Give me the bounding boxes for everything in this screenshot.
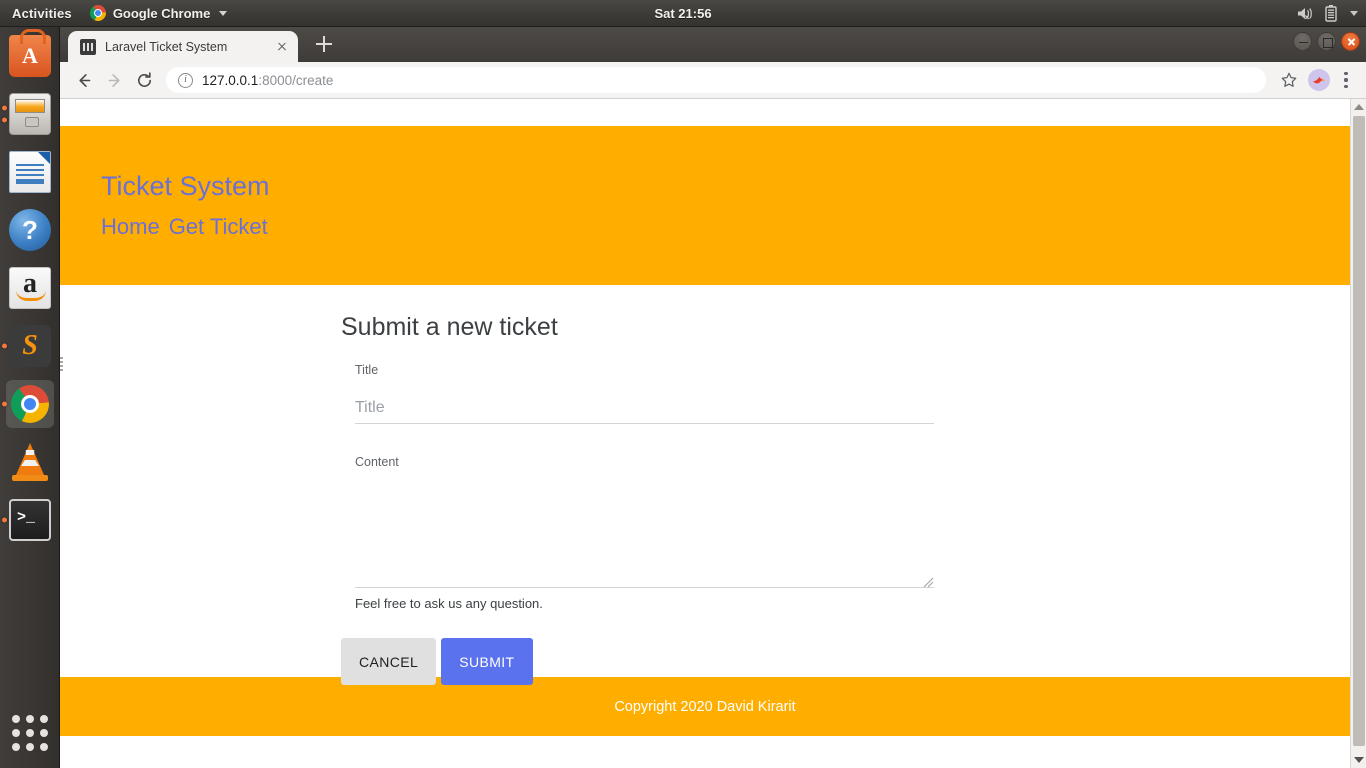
launcher-item-libreoffice-writer[interactable]	[0, 143, 60, 201]
running-indicator	[2, 117, 7, 123]
running-indicator	[2, 517, 7, 523]
launcher-item-google-chrome[interactable]	[0, 375, 60, 433]
content-textarea[interactable]	[355, 491, 934, 587]
launcher-item-amazon[interactable]	[0, 259, 60, 317]
title-field-group: Title	[355, 363, 934, 424]
url-host: 127.0.0.1	[202, 72, 259, 88]
launcher-item-terminal[interactable]	[0, 491, 60, 549]
page-viewport: Ticket System Home Get Ticket Submit a n…	[60, 99, 1366, 768]
terminal-icon	[9, 499, 51, 541]
chrome-icon	[89, 5, 106, 21]
scroll-down-icon[interactable]	[1351, 752, 1366, 768]
url-path: :8000/create	[258, 72, 334, 88]
content-field-group: Content Feel free to ask us any question…	[355, 455, 934, 611]
window-controls	[1293, 32, 1360, 51]
browser-toolbar: 127.0.0.1:8000/create	[60, 62, 1366, 99]
launcher-item-ubuntu-software[interactable]	[0, 27, 60, 85]
show-applications-grid-icon	[12, 715, 48, 751]
reload-icon[interactable]	[130, 66, 158, 94]
address-bar[interactable]: 127.0.0.1:8000/create	[166, 67, 1266, 93]
browser-tab[interactable]: Laravel Ticket System	[68, 31, 298, 62]
scrollbar-thumb[interactable]	[1353, 116, 1365, 746]
maximize-icon[interactable]	[1317, 32, 1336, 51]
site-info-icon[interactable]	[178, 72, 193, 88]
screen: Activities Google Chrome Sat 21:56 A ? a…	[0, 0, 1366, 768]
content-helper-text: Feel free to ask us any question.	[355, 596, 543, 611]
page-top-gap	[60, 99, 1350, 126]
content-field-label: Content	[355, 455, 399, 469]
system-tray	[1297, 0, 1358, 27]
chrome-menu-icon[interactable]	[1336, 67, 1356, 93]
nav-link-get-ticket[interactable]: Get Ticket	[169, 214, 268, 240]
page-edge-artifact	[60, 357, 63, 371]
profile-avatar-icon[interactable]	[1308, 69, 1330, 91]
page-title: Submit a new ticket	[341, 313, 558, 341]
tab-title: Laravel Ticket System	[105, 39, 228, 54]
software-center-icon	[9, 29, 51, 77]
site-title[interactable]: Ticket System	[101, 170, 1350, 202]
chevron-down-icon	[219, 10, 228, 16]
running-indicator	[2, 401, 7, 407]
site-nav: Home Get Ticket	[101, 214, 1350, 240]
submit-button[interactable]: SUBMIT	[441, 638, 533, 685]
launcher-item-help[interactable]	[0, 201, 60, 259]
tab-strip: Laravel Ticket System	[60, 27, 1366, 62]
title-input[interactable]	[355, 399, 934, 424]
help-icon	[9, 209, 51, 251]
minimize-icon[interactable]	[1293, 32, 1312, 51]
site-header: Ticket System Home Get Ticket	[60, 126, 1350, 285]
battery-icon[interactable]	[1325, 5, 1337, 22]
activities-button[interactable]: Activities	[0, 6, 82, 21]
launcher-item-vlc[interactable]	[0, 433, 60, 491]
site-footer: Copyright 2020 David Kirarit	[60, 677, 1350, 736]
cancel-button[interactable]: CANCEL	[341, 638, 437, 685]
close-window-icon[interactable]	[1341, 32, 1360, 51]
content-textarea-box	[355, 491, 934, 588]
forward-arrow-icon[interactable]	[100, 66, 128, 94]
running-indicator	[2, 105, 7, 111]
amazon-icon	[9, 267, 51, 309]
launcher-item-files[interactable]	[0, 85, 60, 143]
title-field-label: Title	[355, 363, 379, 377]
sublime-text-icon	[9, 325, 51, 367]
chrome-icon	[6, 380, 54, 428]
system-top-bar: Activities Google Chrome Sat 21:56	[0, 0, 1366, 27]
nav-link-home[interactable]: Home	[101, 214, 160, 240]
page-scrollbar[interactable]	[1350, 99, 1366, 768]
new-tab-icon[interactable]	[312, 32, 336, 56]
unity-launcher	[0, 27, 60, 768]
active-app-menu[interactable]: Google Chrome	[82, 5, 236, 21]
chrome-window: Laravel Ticket System i 127.0.0.1:8000/c…	[60, 27, 1366, 768]
star-icon[interactable]	[1276, 67, 1302, 93]
launcher-item-sublime-text[interactable]	[0, 317, 60, 375]
close-tab-icon[interactable]	[274, 39, 290, 55]
back-arrow-icon[interactable]	[70, 66, 98, 94]
writer-document-icon	[9, 151, 51, 193]
laravel-favicon	[80, 38, 96, 55]
show-applications-button[interactable]	[0, 704, 60, 762]
running-indicator	[2, 343, 7, 349]
ticket-form: Submit a new ticket Title Content	[341, 313, 941, 685]
active-app-name: Google Chrome	[112, 5, 211, 21]
url-text: 127.0.0.1:8000/create	[202, 73, 333, 88]
page-content: Submit a new ticket Title Content	[60, 285, 1350, 685]
system-menu-caret-icon[interactable]	[1348, 11, 1358, 16]
scroll-up-icon[interactable]	[1351, 99, 1366, 115]
file-manager-icon	[9, 93, 51, 135]
copyright-text: Copyright 2020 David Kirarit	[614, 698, 796, 715]
web-page: Ticket System Home Get Ticket Submit a n…	[60, 99, 1350, 768]
volume-muted-icon[interactable]	[1297, 6, 1314, 21]
vlc-cone-icon	[9, 441, 51, 483]
